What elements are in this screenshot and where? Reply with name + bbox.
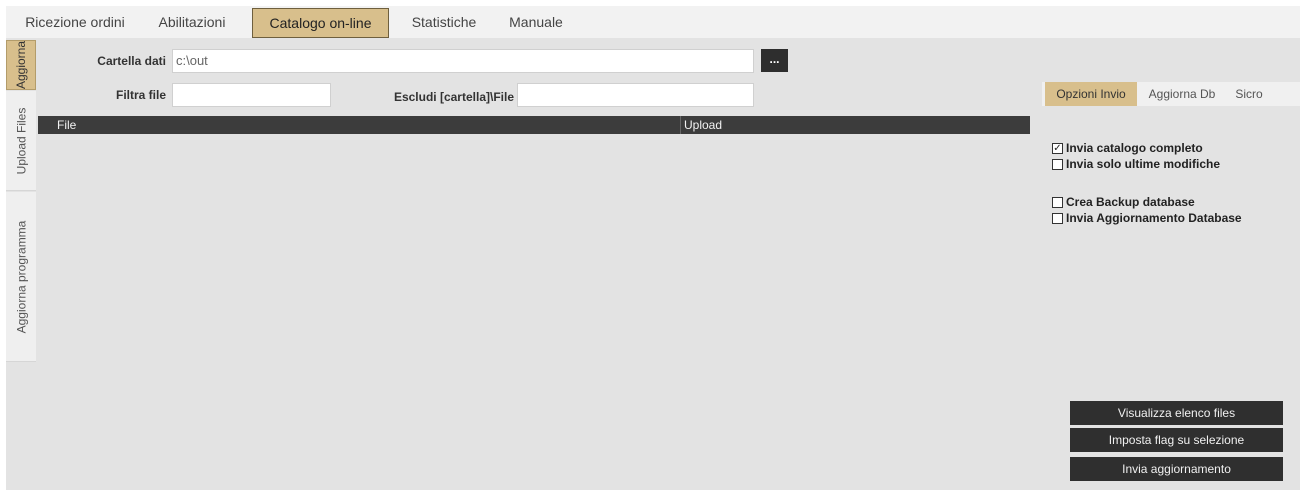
grid-header: File Upload xyxy=(38,116,1030,134)
file-grid[interactable] xyxy=(38,134,1030,490)
top-tab-bar: Ricezione ordini Abilitazioni Catalogo o… xyxy=(6,6,1300,38)
option-invia-aggiornamento-database[interactable]: Invia Aggiornamento Database xyxy=(1052,210,1242,226)
option-label: Invia catalogo completo xyxy=(1066,141,1203,155)
option-crea-backup-database[interactable]: Crea Backup database xyxy=(1052,194,1195,210)
side-tab-bar: Aggiorna Upload Files Aggiorna programma xyxy=(6,40,36,490)
side-tab-aggiorna-programma[interactable]: Aggiorna programma xyxy=(6,192,36,362)
app-window: Ricezione ordini Abilitazioni Catalogo o… xyxy=(6,6,1300,490)
side-tab-upload-files[interactable]: Upload Files xyxy=(6,91,36,191)
tab-abilitazioni[interactable]: Abilitazioni xyxy=(144,6,240,38)
side-tab-aggiorna-programma-label: Aggiorna programma xyxy=(14,220,29,333)
side-tab-aggiorna[interactable]: Aggiorna xyxy=(6,40,36,90)
options-panel: Opzioni Invio Aggiorna Db Sicro ✓ Invia … xyxy=(1042,82,1300,490)
browse-button[interactable]: ... xyxy=(761,49,788,72)
checkbox-icon[interactable] xyxy=(1052,212,1063,224)
tab-statistiche[interactable]: Statistiche xyxy=(402,6,486,38)
column-header-file[interactable]: File xyxy=(54,116,681,134)
tab-sicro[interactable]: Sicro xyxy=(1226,82,1272,106)
option-label: Crea Backup database xyxy=(1066,195,1195,209)
checkbox-icon[interactable] xyxy=(1052,196,1063,208)
option-invia-solo-ultime-modifiche[interactable]: Invia solo ultime modifiche xyxy=(1052,156,1220,172)
column-header-upload[interactable]: Upload xyxy=(681,116,1030,134)
invia-aggiornamento-button[interactable]: Invia aggiornamento xyxy=(1070,457,1283,481)
exclude-field[interactable] xyxy=(517,83,754,107)
filter-label: Filtra file xyxy=(115,88,166,102)
tab-opzioni-invio[interactable]: Opzioni Invio xyxy=(1045,82,1137,106)
tab-manuale[interactable]: Manuale xyxy=(498,6,574,38)
exclude-label: Escludi [cartella]\File xyxy=(393,90,514,104)
tab-catalogo-on-line[interactable]: Catalogo on-line xyxy=(252,8,389,38)
data-folder-label: Cartella dati xyxy=(97,54,166,68)
filter-field[interactable] xyxy=(172,83,331,107)
option-label: Invia solo ultime modifiche xyxy=(1066,157,1221,171)
data-folder-field[interactable]: c:\out xyxy=(172,49,754,73)
tab-aggiorna-db[interactable]: Aggiorna Db xyxy=(1140,82,1224,106)
imposta-flag-button[interactable]: Imposta flag su selezione xyxy=(1070,428,1283,452)
options-tab-bar: Opzioni Invio Aggiorna Db Sicro xyxy=(1042,82,1300,106)
checkbox-checked-icon[interactable]: ✓ xyxy=(1052,142,1063,154)
visualizza-elenco-files-button[interactable]: Visualizza elenco files xyxy=(1070,401,1283,425)
checkbox-icon[interactable] xyxy=(1052,158,1063,170)
side-tab-upload-files-label: Upload Files xyxy=(14,107,29,174)
side-tab-aggiorna-label: Aggiorna xyxy=(14,40,29,90)
tab-ricezione-ordini[interactable]: Ricezione ordini xyxy=(20,6,130,38)
option-invia-catalogo-completo[interactable]: ✓ Invia catalogo completo xyxy=(1052,140,1203,156)
option-label: Invia Aggiornamento Database xyxy=(1066,211,1242,225)
